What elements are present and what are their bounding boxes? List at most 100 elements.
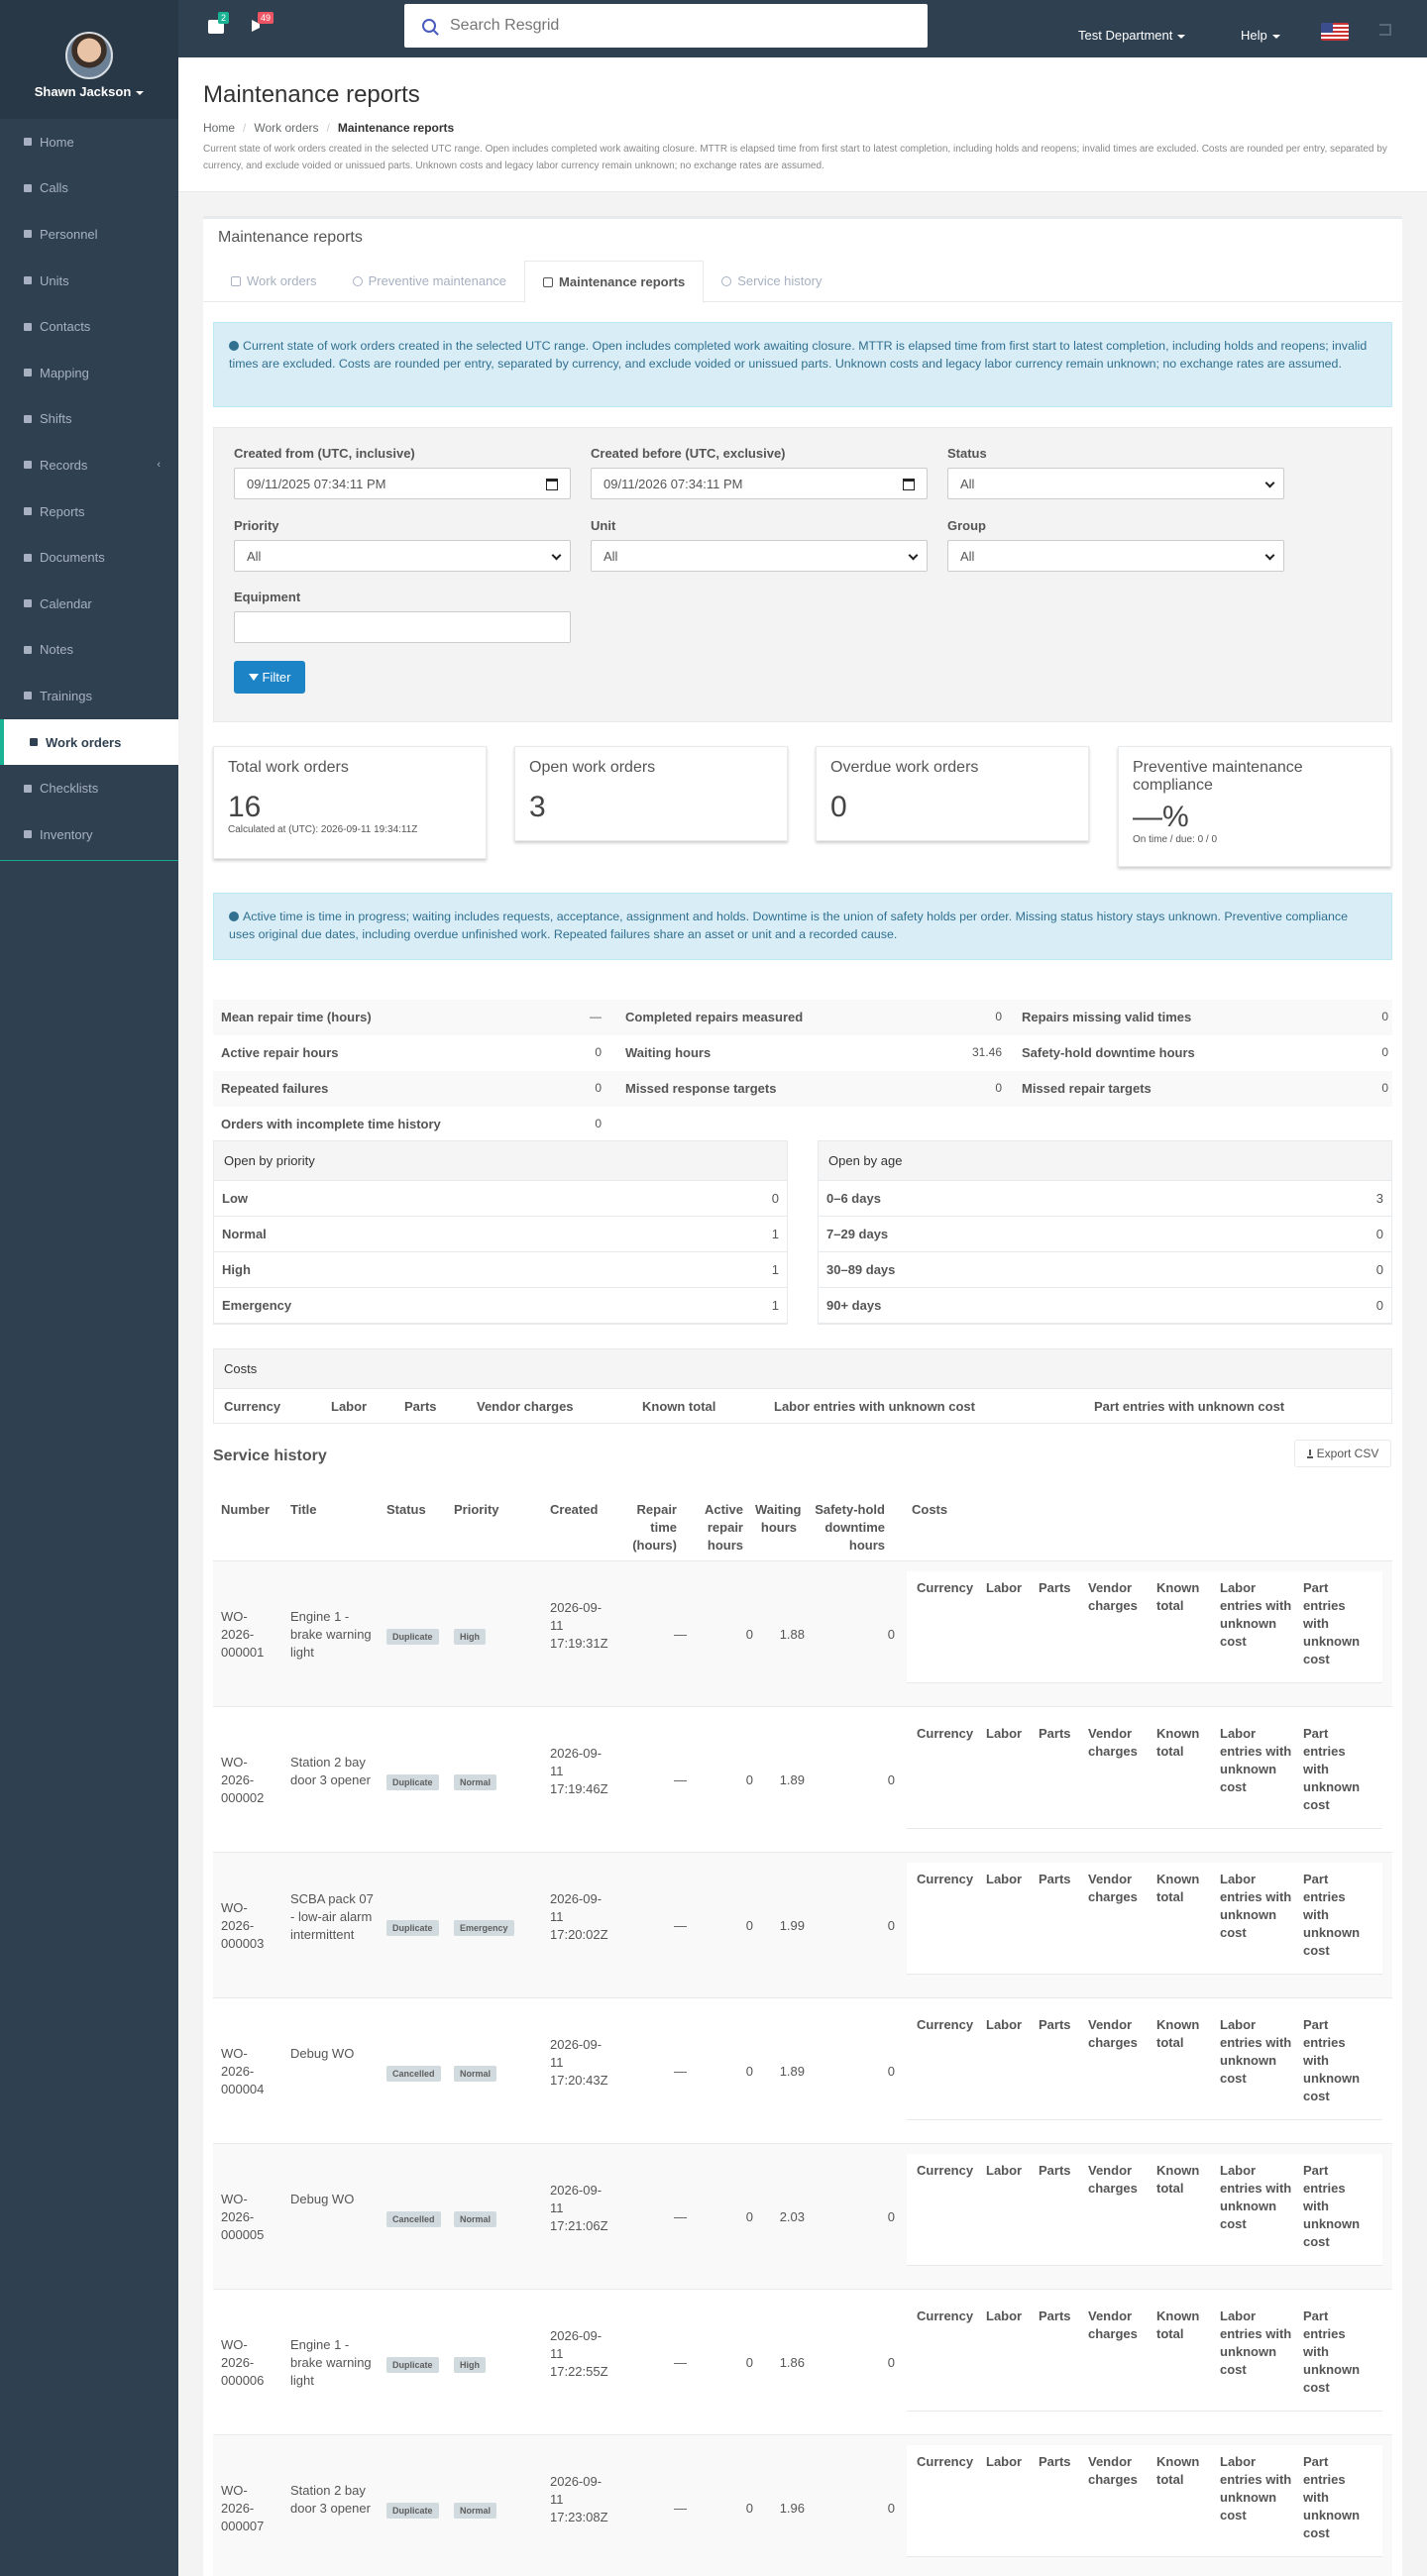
service-history-column-header: Safety-hold downtime hours: [815, 1502, 885, 1553]
service-history-column-header: Active repair hours: [704, 1502, 743, 1553]
sidebar-item-mapping[interactable]: Mapping: [0, 350, 178, 396]
sidebar-item-home[interactable]: Home: [0, 119, 178, 165]
messages-badge: 2: [218, 12, 230, 24]
tab-maintenance-reports[interactable]: Maintenance reports: [524, 261, 705, 303]
sidebar-item-trainings[interactable]: Trainings: [0, 673, 178, 719]
filter-button[interactable]: Filter: [234, 661, 305, 694]
panel-row: 90+ days 0: [819, 1288, 1391, 1324]
group-select[interactable]: All: [947, 540, 1284, 572]
sidebar-item-calls[interactable]: Calls: [0, 165, 178, 212]
waiting-value: 2.03: [779, 2208, 805, 2224]
row-costs-table: Currency Labor Parts Vendor charges Known to…: [907, 1571, 1382, 1683]
calendar-icon[interactable]: [546, 479, 558, 490]
equipment-input[interactable]: [234, 611, 571, 643]
costs-column-header: Labor entries with unknown cost: [774, 1399, 975, 1414]
costs-subheader: Part entries with unknown cost: [1303, 1872, 1361, 1958]
stat-subtitle: On time / due: 0 / 0: [1133, 834, 1218, 845]
sidebar-item-contacts[interactable]: Contacts: [0, 303, 178, 350]
search-box[interactable]: [404, 4, 928, 48]
nav-menu: Home Calls Personnel Units Contacts Mapping Sh…: [0, 119, 178, 858]
sidebar-item-units[interactable]: Units: [0, 258, 178, 304]
wo-title-link[interactable]: Engine 1 - brake warning light: [290, 1608, 376, 1662]
breadcrumb-home[interactable]: Home: [203, 121, 235, 135]
priority-select[interactable]: All: [234, 540, 571, 572]
logout-icon[interactable]: [1379, 24, 1391, 36]
costs-subheader: Currency: [917, 2454, 974, 2469]
calendar-icon[interactable]: [903, 479, 915, 490]
chevron-left-icon[interactable]: ‹: [157, 459, 161, 471]
priority-cell: High: [454, 1627, 486, 1645]
breadcrumb-work-orders[interactable]: Work orders: [254, 121, 318, 135]
sidebar-item-label: Checklists: [40, 781, 99, 797]
priority-badge: High: [454, 1628, 486, 1645]
priority-badge: Normal: [454, 2065, 497, 2082]
sidebar-item-checklists[interactable]: Checklists: [0, 765, 178, 811]
sidebar: Shawn Jackson Home Calls Personnel Units Con…: [0, 0, 178, 2576]
page-heading: Maintenance reports Home / Work orders / Mai…: [178, 57, 1427, 192]
costs-subheader: Labor: [986, 1872, 1023, 1886]
sidebar-item-label: Personnel: [40, 226, 98, 242]
costs-subheader: Known total: [1156, 2308, 1200, 2341]
sidebar-item-personnel[interactable]: Personnel: [0, 211, 178, 258]
active-value: 0: [745, 1917, 753, 1933]
priority-cell: Normal: [454, 2209, 497, 2227]
costs-subheader: Vendor charges: [1088, 2163, 1138, 2196]
sidebar-item-inventory[interactable]: Inventory: [0, 811, 178, 858]
costs-subheader: Vendor charges: [1088, 2308, 1138, 2341]
costs-subheader: Labor entries with unknown cost: [1220, 1580, 1292, 1649]
wo-title-link[interactable]: Debug WO: [290, 2045, 376, 2063]
costs-panel: Costs Currency Labor Parts Vendor charges Kn…: [213, 1348, 1392, 1424]
sidebar-item-notes[interactable]: Notes: [0, 627, 178, 674]
sidebar-item-reports[interactable]: Reports: [0, 488, 178, 535]
costs-subheader: Currency: [917, 1872, 974, 1886]
sidebar-item-shifts[interactable]: Shifts: [0, 396, 178, 443]
priority-cell: Normal: [454, 2064, 497, 2082]
sidebar-item-label: Home: [40, 134, 74, 150]
row-costs-table: Currency Labor Parts Vendor charges Known to…: [907, 2300, 1382, 2412]
wo-title-link[interactable]: Station 2 bay door 3 opener: [290, 2482, 376, 2518]
info-alert: Current state of work orders created in …: [213, 322, 1392, 407]
wo-title-link[interactable]: SCBA pack 07 - low-air alarm intermitten…: [290, 1890, 376, 1944]
row-value: 0: [1375, 1298, 1383, 1313]
row-label: 0–6 days: [826, 1191, 881, 1206]
calls-icon: [24, 183, 32, 192]
profile-area: Shawn Jackson: [0, 0, 178, 119]
tab-label: Preventive maintenance: [368, 272, 507, 288]
sidebar-item-work-orders[interactable]: Work orders: [0, 718, 178, 766]
wo-title-link[interactable]: Station 2 bay door 3 opener: [290, 1754, 376, 1789]
sidebar-item-label: Mapping: [40, 365, 89, 380]
row-costs-table: Currency Labor Parts Vendor charges Known to…: [907, 2445, 1382, 2557]
tab-preventive-maintenance[interactable]: Preventive maintenance: [335, 261, 524, 301]
created-date: 2026-09-11 17:19:31Z: [550, 1599, 608, 1651]
costs-subheader: Parts: [1039, 1726, 1071, 1741]
wo-title-link[interactable]: Debug WO: [290, 2191, 376, 2208]
records-icon: [24, 461, 32, 470]
status-select[interactable]: All: [947, 468, 1284, 499]
tab-service-history[interactable]: Service history: [704, 261, 839, 301]
search-input[interactable]: [450, 17, 866, 35]
tab-work-orders[interactable]: Work orders: [213, 261, 335, 301]
user-menu[interactable]: Shawn Jackson: [0, 84, 178, 99]
avatar[interactable]: [65, 32, 113, 79]
sidebar-item-calendar[interactable]: Calendar: [0, 581, 178, 627]
department-dropdown[interactable]: Test Department: [1078, 28, 1185, 43]
table-row: WO-2026-000005 Debug WO Cancelled Normal 202…: [213, 2143, 1392, 2289]
export-csv-button[interactable]: Export CSV: [1294, 1440, 1391, 1467]
costs-column-header: Part entries with unknown cost: [1094, 1399, 1285, 1414]
inventory-icon: [24, 830, 32, 839]
created-before-label: Created before (UTC, exclusive): [591, 446, 786, 461]
row-value: 1: [771, 1298, 779, 1313]
help-dropdown[interactable]: Help: [1241, 28, 1280, 43]
created-from-input[interactable]: 09/11/2025 07:34:11 PM: [234, 468, 571, 499]
row-costs-table: Currency Labor Parts Vendor charges Known to…: [907, 1717, 1382, 1829]
row-value: 3: [1375, 1191, 1383, 1206]
wo-title-link[interactable]: Engine 1 - brake warning light: [290, 2336, 376, 2390]
unit-select[interactable]: All: [591, 540, 928, 572]
repair-value: —: [674, 1771, 687, 1787]
us-flag-icon[interactable]: [1321, 23, 1349, 41]
stat-title: Preventive maintenance compliance: [1133, 759, 1303, 794]
costs-subheader: Known total: [1156, 1726, 1200, 1759]
created-before-input[interactable]: 09/11/2026 07:34:11 PM: [591, 468, 928, 499]
sidebar-item-records[interactable]: Records ‹: [0, 442, 178, 488]
sidebar-item-documents[interactable]: Documents: [0, 534, 178, 581]
